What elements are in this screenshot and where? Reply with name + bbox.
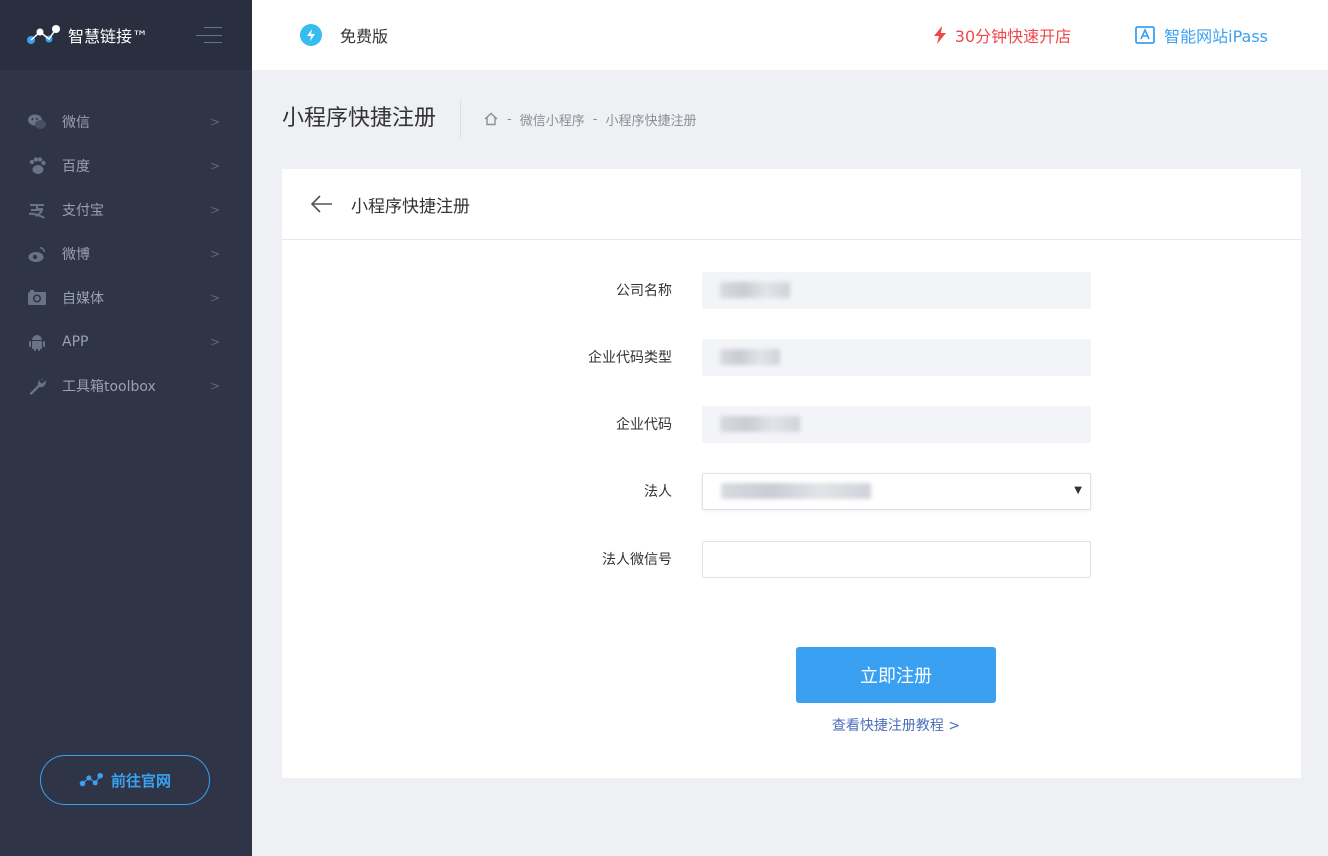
sidebar-item-label: 工具箱toolbox [62,379,156,395]
quick-open-label: 30分钟快速开店 [954,27,1072,46]
sidebar-nav: 微信 > 百度 > 支付宝 > 微博 > 自媒体 > APP > 工具箱tool… [0,100,252,408]
back-arrow-icon[interactable] [310,194,334,214]
register-button[interactable]: 立即注册 [796,647,996,703]
enterprise-code-label: 企业代码 [616,417,672,433]
official-site-button[interactable]: 前往官网 [40,755,210,805]
ipass-label: 智能网站iPass [1164,27,1268,46]
legal-person-label: 法人 [644,484,672,500]
android-icon [26,331,48,353]
registration-card: 小程序快捷注册 公司名称 企业代码类型 企业代码 法人 ▼ 法人微信号 立即注册… [282,169,1301,778]
tutorial-link[interactable]: 查看快捷注册教程 > [796,715,996,735]
chevron-right-icon: > [209,379,220,393]
weibo-icon [26,243,48,265]
enterprise-code-field[interactable] [702,405,1091,443]
quick-open-link[interactable]: 30分钟快速开店 [933,23,1071,47]
form-row-enterprise-code: 企业代码 [282,405,1301,443]
chevron-right-icon: > [209,335,220,349]
lightning-icon [933,26,946,44]
plan-label: 免费版 [340,27,389,46]
sidebar-item-label: 支付宝 [62,203,104,219]
page-title: 小程序快捷注册 [282,100,462,138]
breadcrumb-item: 小程序快捷注册 [605,113,697,129]
brand-logo-icon [79,772,103,787]
legal-wechat-field[interactable] [702,540,1091,578]
sidebar-item-label: 自媒体 [62,291,104,307]
chevron-right-icon: > [209,115,220,129]
paw-icon [26,155,48,177]
wechat-icon [26,111,48,133]
form-row-legal-person: 法人 ▼ [282,472,1301,510]
sidebar-item-label: 百度 [62,159,90,175]
breadcrumb-separator: - [507,111,512,127]
plan-badge-icon [300,24,322,46]
redacted-value [721,483,871,499]
sidebar-item-app[interactable]: APP > [0,320,252,364]
sidebar-item-wechat[interactable]: 微信 > [0,100,252,144]
chevron-right-icon: > [209,291,220,305]
card-title: 小程序快捷注册 [351,196,470,217]
breadcrumb-separator: - [592,111,598,127]
code-type-label: 企业代码类型 [588,350,672,366]
company-name-label: 公司名称 [616,283,672,299]
sidebar: 智慧链接™ 微信 > 百度 > 支付宝 > 微博 > 自媒体 > APP > 工… [0,0,252,856]
top-bar: 免费版 30分钟快速开店 智能网站iPass [252,0,1328,70]
form-row-code-type: 企业代码类型 [282,338,1301,376]
ipass-link[interactable]: 智能网站iPass [1135,23,1268,47]
brand-logo-icon [27,25,60,44]
form-row-company-name: 公司名称 [282,271,1301,309]
sidebar-item-alipay[interactable]: 支付宝 > [0,188,252,232]
breadcrumb: - 微信小程序 - 小程序快捷注册 [483,110,696,129]
home-icon[interactable] [483,111,499,127]
redacted-value [720,349,780,365]
card-header: 小程序快捷注册 [282,169,1301,240]
legal-wechat-input[interactable] [721,541,1090,577]
sidebar-item-label: 微博 [62,247,90,263]
company-name-field[interactable] [702,271,1091,309]
breadcrumb-item[interactable]: 微信小程序 [520,110,585,129]
menu-toggle-icon[interactable] [196,27,222,43]
form-row-legal-wechat: 法人微信号 [282,540,1301,578]
legal-wechat-label: 法人微信号 [602,552,672,568]
official-site-label: 前往官网 [110,771,171,790]
profile-card-icon [1135,26,1156,44]
sidebar-item-label: APP [62,334,89,350]
sidebar-item-toolbox[interactable]: 工具箱toolbox > [0,364,252,408]
sidebar-item-weibo[interactable]: 微博 > [0,232,252,276]
chevron-right-icon: > [209,247,220,261]
sidebar-item-label: 微信 [62,115,90,131]
brand-header: 智慧链接™ [0,0,252,70]
sidebar-item-baidu[interactable]: 百度 > [0,144,252,188]
page-header: 小程序快捷注册 - 微信小程序 - 小程序快捷注册 [282,100,696,138]
chevron-right-icon: > [209,203,220,217]
camera-icon [26,287,48,309]
legal-person-select[interactable]: ▼ [702,472,1091,510]
caret-down-icon: ▼ [1074,484,1082,496]
alipay-icon [26,199,48,221]
code-type-field[interactable] [702,338,1091,376]
redacted-value [720,416,800,432]
chevron-right-icon: > [209,159,220,173]
brand-name: 智慧链接™ [68,27,149,46]
redacted-value [720,282,790,298]
sidebar-item-media[interactable]: 自媒体 > [0,276,252,320]
wrench-icon [26,375,48,397]
